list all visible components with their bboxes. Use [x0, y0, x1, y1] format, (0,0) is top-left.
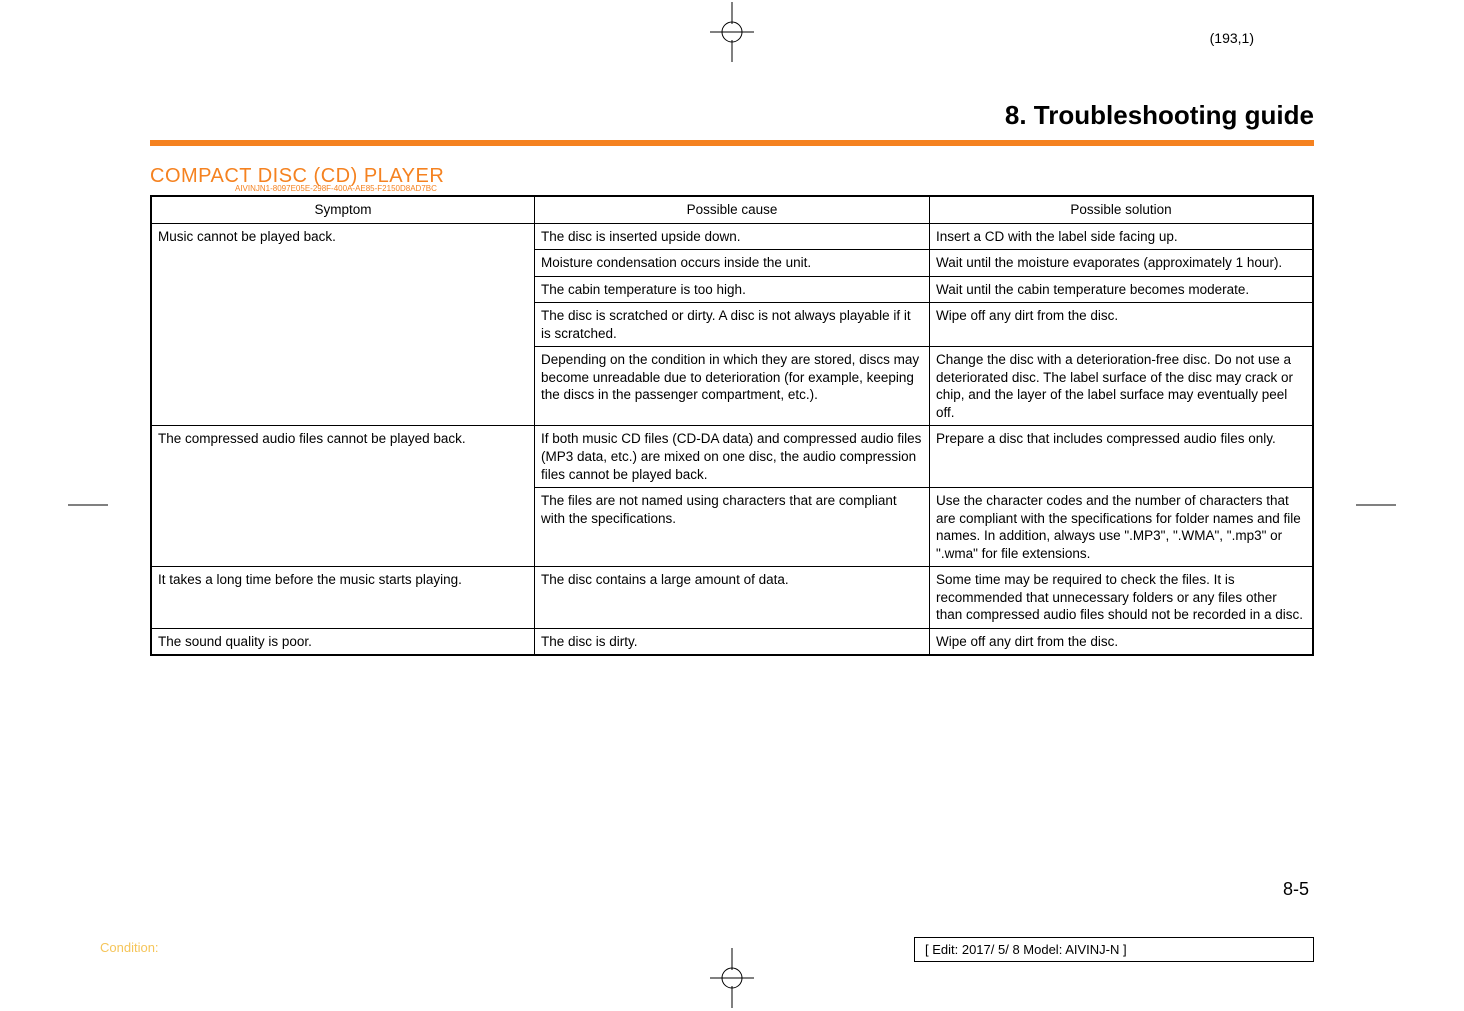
cell-solution: Prepare a disc that includes compressed …: [930, 426, 1313, 488]
cell-cause: The files are not named using characters…: [534, 488, 929, 567]
cell-cause: If both music CD files (CD-DA data) and …: [534, 426, 929, 488]
table-row: Music cannot be played back. The disc is…: [151, 223, 1313, 250]
cell-cause: The disc is scratched or dirty. A disc i…: [534, 303, 929, 347]
section-title: 8. Troubleshooting guide: [1005, 100, 1314, 131]
cell-cause: Moisture condensation occurs inside the …: [534, 250, 929, 277]
troubleshooting-table: Symptom Possible cause Possible solution…: [150, 195, 1314, 656]
crop-mark-left: [68, 505, 108, 506]
th-symptom: Symptom: [151, 196, 534, 223]
table-row: The compressed audio files cannot be pla…: [151, 426, 1313, 488]
table-row: It takes a long time before the music st…: [151, 567, 1313, 629]
cell-cause: The disc contains a large amount of data…: [534, 567, 929, 629]
cell-cause: The disc is dirty.: [534, 628, 929, 655]
cell-cause: Depending on the condition in which they…: [534, 347, 929, 426]
page-number: 8-5: [1283, 879, 1309, 900]
player-trace-id: AIVINJN1-8097E05E-298F-400A-AE85-F2150D8…: [235, 184, 444, 193]
cell-solution: Some time may be required to check the f…: [930, 567, 1313, 629]
cell-solution: Wait until the cabin temperature becomes…: [930, 276, 1313, 303]
cell-symptom: It takes a long time before the music st…: [151, 567, 534, 629]
crop-mark-top: [702, 2, 762, 62]
cell-solution: Change the disc with a deterioration-fre…: [930, 347, 1313, 426]
cell-solution: Wipe off any dirt from the disc.: [930, 303, 1313, 347]
crop-mark-right: [1356, 505, 1396, 506]
crop-mark-bottom: [702, 948, 762, 1008]
orange-rule: [150, 140, 1314, 146]
cell-cause: The cabin temperature is too high.: [534, 276, 929, 303]
cell-symptom: The compressed audio files cannot be pla…: [151, 426, 534, 567]
cell-solution: Wait until the moisture evaporates (appr…: [930, 250, 1313, 277]
th-cause: Possible cause: [534, 196, 929, 223]
table-row: The sound quality is poor. The disc is d…: [151, 628, 1313, 655]
edit-info-box: [ Edit: 2017/ 5/ 8 Model: AIVINJ-N ]: [914, 937, 1314, 962]
table-header-row: Symptom Possible cause Possible solution: [151, 196, 1313, 223]
cell-solution: Use the character codes and the number o…: [930, 488, 1313, 567]
condition-label: Condition:: [100, 940, 159, 955]
cell-symptom: The sound quality is poor.: [151, 628, 534, 655]
th-solution: Possible solution: [930, 196, 1313, 223]
cell-solution: Insert a CD with the label side facing u…: [930, 223, 1313, 250]
page-coordinate: (193,1): [1210, 30, 1254, 46]
cell-solution: Wipe off any dirt from the disc.: [930, 628, 1313, 655]
cell-cause: The disc is inserted upside down.: [534, 223, 929, 250]
player-heading: COMPACT DISC (CD) PLAYER AIVINJN1-8097E0…: [150, 165, 444, 193]
cell-symptom: Music cannot be played back.: [151, 223, 534, 426]
